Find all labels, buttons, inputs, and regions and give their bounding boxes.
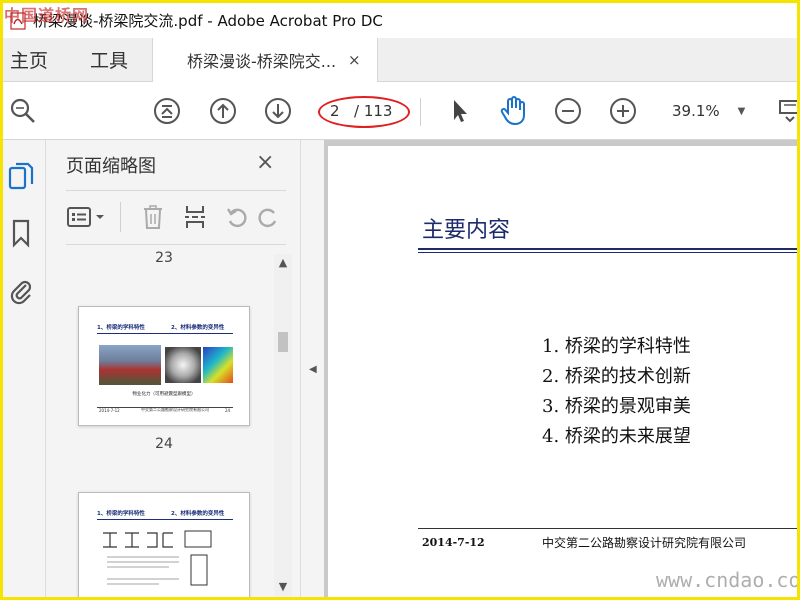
contents-item: 3. 桥梁的景观审美: [542, 396, 691, 417]
zoom-level-value: 39.1%: [672, 102, 720, 120]
heading-rule-thin: [418, 252, 800, 253]
search-zoom-icon[interactable]: [8, 96, 38, 126]
insert-page-icon[interactable]: [180, 200, 210, 234]
zoom-level-dropdown[interactable]: 39.1% ▼: [664, 96, 752, 126]
slide-heading: 主要内容: [422, 218, 511, 243]
thumbnail-photo-stress-map: [203, 347, 233, 383]
footer-date: 2014-7-12: [422, 536, 485, 549]
delete-page-icon[interactable]: [138, 200, 168, 234]
hand-tool-icon[interactable]: [498, 96, 528, 126]
thumbnail-heading-right: 2、材料参数的变异性: [171, 511, 225, 517]
scrolling-mode-icon[interactable]: [774, 96, 800, 126]
watermark-top-left: 中国道桥网: [4, 6, 90, 25]
panel-splitter[interactable]: ◀: [300, 140, 324, 600]
page-thumbnails-icon[interactable]: [6, 160, 36, 194]
contents-item: 4. 桥梁的未来展望: [542, 426, 691, 447]
collapse-panel-icon[interactable]: ◀: [309, 364, 317, 375]
thumbnail-foot-org: 中交第二公路勘察设计研究院有限公司: [141, 407, 209, 412]
panel-title: 页面缩略图: [66, 156, 156, 177]
heading-rule: [418, 248, 800, 250]
menu-home[interactable]: 主页: [0, 38, 58, 81]
page-thumbnail[interactable]: 1、桥梁的学科特性 2、材料参数的变异性: [78, 492, 250, 600]
document-tab[interactable]: 桥梁漫谈-桥梁院交... ×: [152, 38, 378, 82]
thumbnail-foot-date: 2014-7-12: [99, 408, 120, 413]
menu-tools[interactable]: 工具: [80, 38, 138, 81]
select-cursor-icon[interactable]: [444, 96, 474, 126]
title-bar: 桥梁漫谈-桥梁院交流.pdf - Adobe Acrobat Pro DC: [0, 0, 800, 38]
thumbnail-photo-meeting: [99, 345, 161, 385]
page-number-highlight: [318, 96, 410, 128]
previous-page-icon[interactable]: [208, 96, 238, 126]
scrollbar-thumb[interactable]: [278, 332, 288, 352]
thumbnail-page-label: 23: [155, 250, 173, 266]
thumbnail-rule: [97, 333, 233, 334]
contents-list: 1. 桥梁的学科特性 2. 桥梁的技术创新 3. 桥梁的景观审美 4. 桥梁的未…: [542, 332, 691, 452]
thumbnail-photo-specimen: [165, 347, 201, 383]
document-tab-label: 桥梁漫谈-桥梁院交...: [187, 52, 337, 71]
chevron-down-icon: ▼: [737, 105, 746, 117]
zoom-in-icon[interactable]: [608, 96, 638, 126]
panel-divider: [66, 190, 286, 191]
rotate-clockwise-icon[interactable]: [256, 200, 280, 234]
thumbnail-cross-section-drawings: [103, 530, 212, 586]
thumbnail-scrollbar[interactable]: [274, 254, 292, 600]
close-tab-icon[interactable]: ×: [348, 51, 361, 69]
rotate-counterclockwise-icon[interactable]: [222, 200, 252, 234]
thumbnail-heading-left: 1、桥梁的学科特性: [97, 325, 145, 331]
document-view[interactable]: 主要内容 1. 桥梁的学科特性 2. 桥梁的技术创新 3. 桥梁的景观审美 4.…: [324, 140, 800, 600]
thumbnail-foot-page: 24: [225, 408, 231, 413]
close-panel-icon[interactable]: ×: [256, 150, 274, 175]
watermark-bottom-right: www.cndao.com: [656, 568, 800, 592]
left-navigation-rail: [0, 140, 46, 600]
footer-organization: 中交第二公路勘察设计研究院有限公司: [542, 536, 747, 550]
menu-tab-bar: 主页 工具 桥梁漫谈-桥梁院交... ×: [0, 38, 800, 82]
attachment-icon[interactable]: [6, 274, 36, 308]
toolbar-separator: [420, 98, 421, 126]
thumbnail-heading-right: 2、材料参数的变异性: [171, 325, 225, 331]
contents-item: 1. 桥梁的学科特性: [542, 336, 691, 357]
thumbnail-panel: 页面缩略图 × 23 1、桥梁的学科特性 2、材料参数的变异性 物业化力（可用避…: [46, 140, 300, 600]
contents-item: 2. 桥梁的技术创新: [542, 366, 691, 387]
panel-toolbar-separator: [120, 202, 121, 232]
pdf-page: 主要内容 1. 桥梁的学科特性 2. 桥梁的技术创新 3. 桥梁的景观审美 4.…: [328, 146, 800, 600]
page-thumbnail[interactable]: 1、桥梁的学科特性 2、材料参数的变异性 物业化力（可用避震型跟模型） 2014…: [78, 306, 250, 426]
thumbnail-rule: [97, 519, 233, 520]
thumbnail-caption: 物业化力（可用避震型跟模型）: [132, 392, 196, 397]
bookmark-icon[interactable]: [6, 216, 36, 250]
scroll-up-icon[interactable]: ▲: [276, 256, 290, 270]
zoom-out-icon[interactable]: [553, 96, 583, 126]
footer-rule: [418, 528, 800, 529]
thumbnail-page-label: 24: [155, 436, 173, 452]
scroll-down-icon[interactable]: ▼: [276, 580, 290, 594]
first-page-icon[interactable]: [152, 96, 182, 126]
panel-divider: [66, 244, 286, 245]
next-page-icon[interactable]: [263, 96, 293, 126]
thumbnail-heading-left: 1、桥梁的学科特性: [97, 511, 145, 517]
thumbnail-options-icon[interactable]: [66, 200, 108, 234]
